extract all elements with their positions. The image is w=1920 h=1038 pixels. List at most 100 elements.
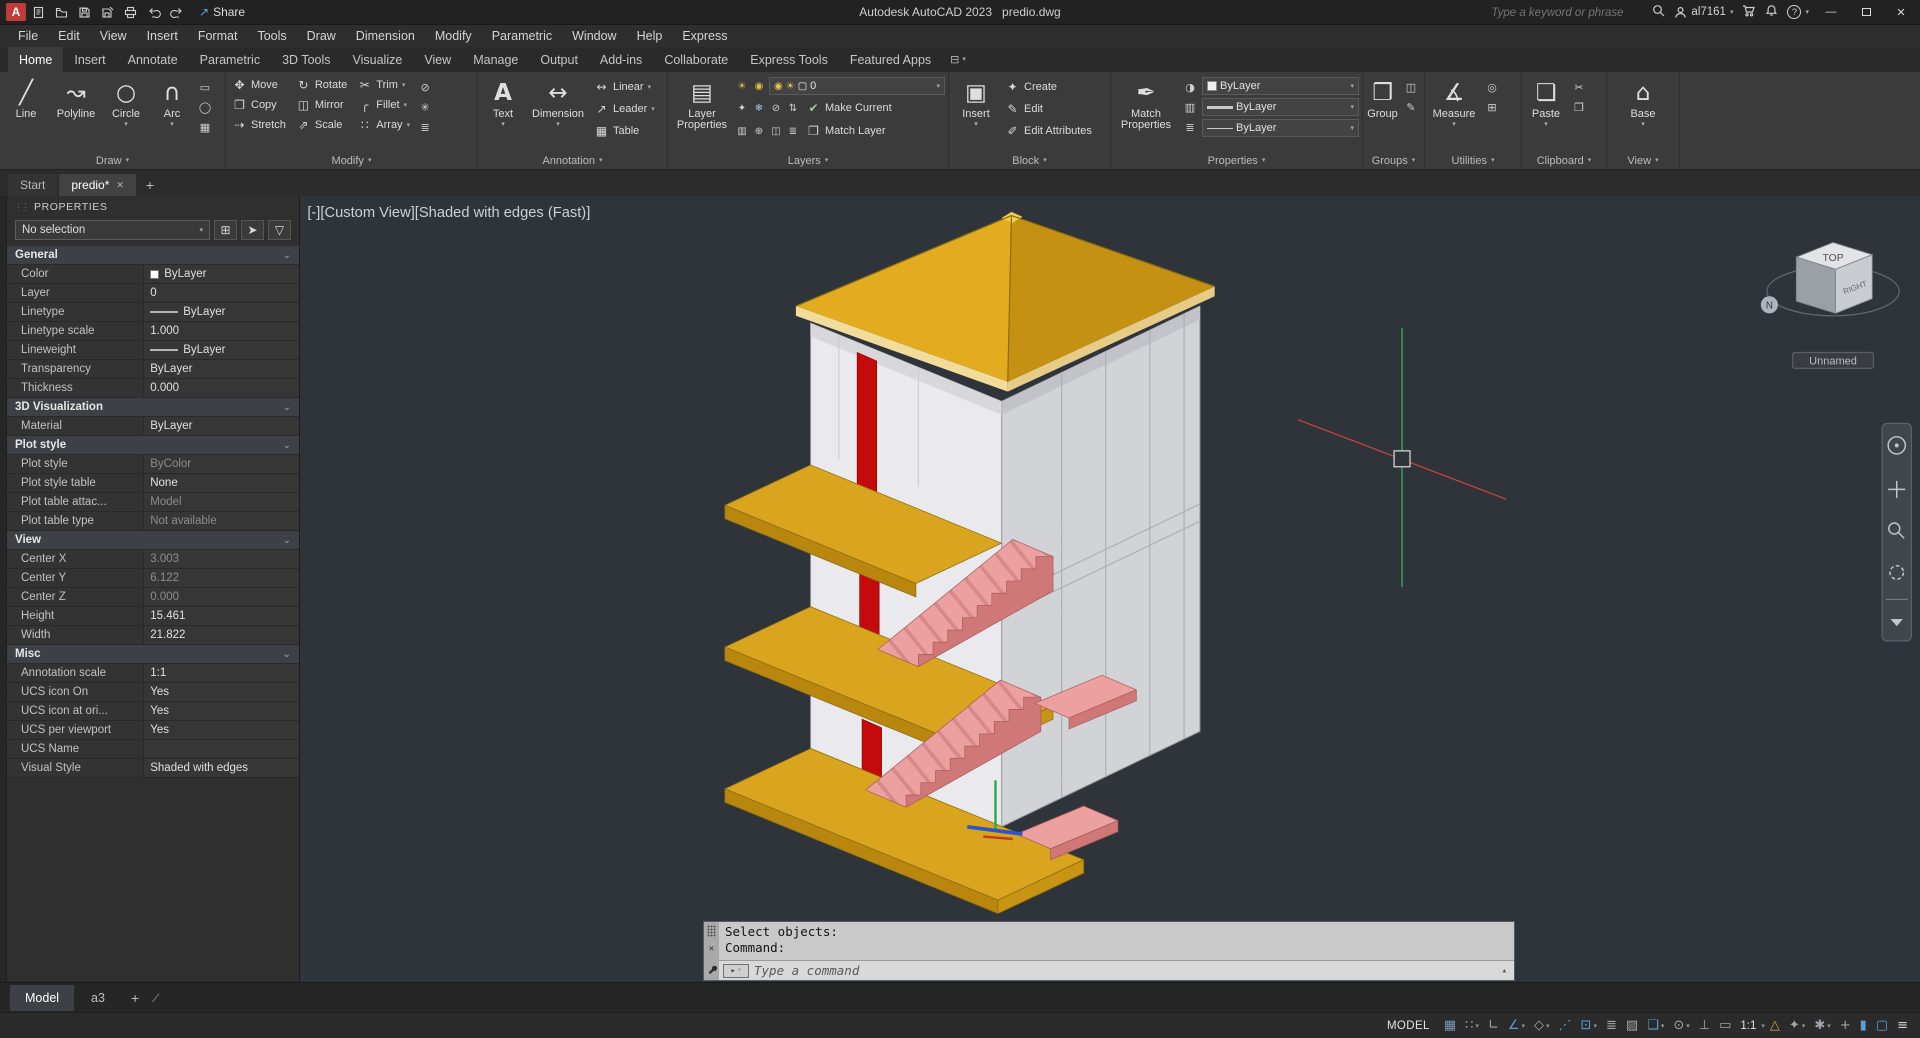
layout-tab-a3[interactable]: a3 [76,985,120,1011]
layer-tool-icon[interactable]: ⊘ [769,101,783,115]
command-line-window[interactable]: ✕ Select objects: Command: ▸▾ ▴ [703,921,1515,981]
save-as-icon[interactable] [97,2,118,22]
menu-view[interactable]: View [90,25,137,47]
property-row[interactable]: Plot table type Not available [7,512,299,531]
property-row[interactable]: Material ByLayer [7,417,299,436]
viewcube[interactable]: N TOP RIGHT Unnamed [1760,241,1900,369]
fillet-button[interactable]: ╭ Fillet ▾ [354,95,413,115]
annotation-scale-button[interactable]: 1:1 [1736,1018,1760,1034]
open-file-icon[interactable] [51,2,72,22]
panel-label-view[interactable]: View ▾ [1607,152,1679,169]
property-row[interactable]: Plot style ByColor [7,455,299,474]
section-header-misc[interactable]: Misc ⌄ [7,645,299,664]
property-row[interactable]: Linetype scale 1.000 [7,322,299,341]
mirror-button[interactable]: ◫ Mirror [293,95,350,115]
property-row[interactable]: UCS per viewport Yes [7,721,299,740]
copy-button[interactable]: ❐ Copy [229,95,289,115]
explode-icon[interactable]: ✳ [416,99,434,116]
match-layer-button[interactable]: ❐ Match Layer [803,121,889,141]
rectangle-icon[interactable]: ▭ [196,79,214,96]
help-menu[interactable]: ? ▾ [1787,5,1809,19]
ribbon-tab-annotate[interactable]: Annotate [117,47,189,72]
property-row[interactable]: Color ByLayer [7,265,299,284]
select-objects-icon[interactable]: ➤ [241,220,264,240]
osnap-icon[interactable]: ⊡ ▾ [1577,1017,1601,1034]
menu-draw[interactable]: Draw [297,25,346,47]
osnap-3d-icon[interactable]: ⊙ ▾ [1669,1017,1693,1034]
property-row[interactable]: UCS icon at ori... Yes [7,702,299,721]
layer-dropdown[interactable]: ◉ ☀ ▢ 0 ▾ [769,77,945,95]
new-drawing-tab-button[interactable]: + [138,174,162,196]
ribbon-tab-home[interactable]: Home [8,47,64,72]
circle-button[interactable]: ○ Circle ▾ [103,75,149,129]
customize-icon[interactable]: ≡ [1893,1017,1912,1034]
layer-tool-icon[interactable]: ◫ [769,124,783,138]
panel-label-clipboard[interactable]: Clipboard ▾ [1522,152,1606,169]
menu-express[interactable]: Express [672,25,737,47]
app-store-cart-icon[interactable] [1742,4,1756,20]
ribbon-tab-insert[interactable]: Insert [63,47,116,72]
ribbon-tab-collaborate[interactable]: Collaborate [653,47,739,72]
minimize-button[interactable]: — [1818,1,1844,23]
file-tab-predio[interactable]: predio* ✕ [59,174,136,196]
property-row[interactable]: Layer 0 [7,284,299,303]
property-row[interactable]: Width 21.822 [7,626,299,645]
property-row[interactable]: Lineweight ByLayer [7,341,299,360]
selection-dropdown[interactable]: No selection ▾ [15,220,210,240]
layer-tool-icon[interactable]: ≣ [786,124,800,138]
annotation-monitor-icon[interactable]: + [1836,1017,1855,1034]
layer-tool-icon[interactable]: ⇅ [786,101,800,115]
measure-button[interactable]: ∡ Measure ▾ [1428,75,1480,129]
layer-tool-icon[interactable]: ▥ [735,124,749,138]
layout-overflow-icon[interactable]: ∕ [150,991,162,1005]
ribbon-display-toggle[interactable]: ⊟ ▾ [942,47,974,72]
erase-icon[interactable]: ⊘ [416,79,434,96]
navigation-bar[interactable] [1881,422,1913,642]
more-modify-icon[interactable]: ≣ [416,119,434,136]
properties-tool-icon[interactable]: ◑ [1181,79,1199,96]
palette-dock-bar[interactable] [0,196,7,982]
wrench-icon[interactable] [707,963,717,977]
new-file-icon[interactable] [28,2,49,22]
property-row[interactable]: UCS icon On Yes [7,683,299,702]
properties-tool-icon[interactable]: ▥ [1181,99,1199,116]
property-row[interactable]: Thickness 0.000 [7,379,299,398]
layout-tab-model[interactable]: Model [10,984,75,1011]
property-row[interactable]: Linetype ByLayer [7,303,299,322]
property-row[interactable]: Visual Style Shaded with edges [7,759,299,778]
array-button[interactable]: ∷ Array ▾ [354,115,413,135]
layer-freeze-icon[interactable]: ◉ [752,79,766,93]
rotate-button[interactable]: ↻ Rotate [293,75,350,95]
menu-tools[interactable]: Tools [247,25,296,47]
id-point-icon[interactable]: ◎ [1483,79,1501,96]
notifications-icon[interactable] [1765,4,1778,20]
model-space-toggle[interactable]: MODEL [1378,1017,1439,1035]
panel-label-annotation[interactable]: Annotation ▾ [478,152,667,169]
panel-label-layers[interactable]: Layers ▾ [668,152,948,169]
annotation-visibility-icon[interactable]: △ [1766,1017,1784,1034]
layer-tool-icon[interactable]: ⊕ [752,124,766,138]
move-button[interactable]: ✥ Move [229,75,289,95]
paste-button[interactable]: ❏ Paste ▾ [1525,75,1567,129]
panel-label-utilities[interactable]: Utilities ▾ [1425,152,1521,169]
lineweight-icon[interactable]: ≣ [1602,1017,1621,1034]
group-edit-icon[interactable]: ✎ [1402,99,1420,116]
linear-dimension-button[interactable]: ↔ Linear ▾ [591,77,658,97]
layer-tool-icon[interactable]: ❄ [752,101,766,115]
property-row[interactable]: Plot style table None [7,474,299,493]
panel-label-properties[interactable]: Properties ▾ [1111,152,1362,169]
osnap-tracking-icon[interactable]: ⋰ [1555,1017,1576,1034]
save-icon[interactable] [74,2,95,22]
leader-button[interactable]: ↗ Leader ▾ [591,99,658,119]
pickadd-toggle-icon[interactable]: ⊞ [214,220,237,240]
undo-icon[interactable] [143,2,164,22]
lineweight-dropdown[interactable]: ByLayer ▾ [1202,98,1359,116]
line-button[interactable]: ╱ Line [3,75,49,120]
clean-screen-icon[interactable]: ▢ [1872,1017,1892,1034]
hatch-icon[interactable]: ▦ [196,119,214,136]
trim-button[interactable]: ✂ Trim ▾ [354,75,413,95]
ribbon-tab-manage[interactable]: Manage [462,47,529,72]
close-tab-icon[interactable]: ✕ [116,180,124,191]
plot-icon[interactable] [120,2,141,22]
quick-calc-icon[interactable]: ⊞ [1483,99,1501,116]
